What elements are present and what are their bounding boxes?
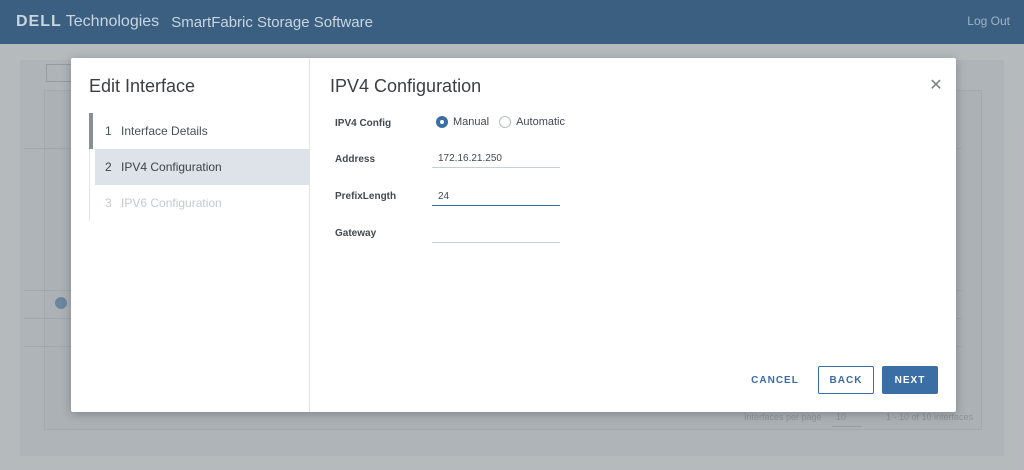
close-icon[interactable]: ✕: [928, 78, 944, 94]
brand: DELL Technologies SmartFabric Storage So…: [16, 13, 373, 31]
radio-unchecked-icon[interactable]: [499, 116, 512, 128]
radio-manual[interactable]: Manual: [436, 116, 489, 128]
gateway-label: Gateway: [335, 228, 377, 239]
step-number: 3: [105, 196, 112, 210]
ipv4-config-label: IPV4 Config: [335, 118, 392, 129]
ipv4-config-radio-group: Manual Automatic: [436, 116, 569, 128]
step-ipv6-configuration: 3 IPV6 Configuration: [89, 185, 310, 221]
ipv4-form-panel: IPV4 Configuration ✕ IPV4 Config Manual …: [311, 58, 956, 412]
logout-link[interactable]: Log Out: [967, 14, 1010, 28]
radio-automatic-label: Automatic: [516, 116, 565, 128]
gateway-input[interactable]: [432, 225, 560, 243]
address-label: Address: [335, 154, 376, 165]
prefix-length-input[interactable]: [432, 188, 560, 206]
step-number: 2: [105, 160, 112, 174]
wizard-steps-panel: Edit Interface 1 Interface Details 2 IPV…: [71, 58, 310, 412]
radio-manual-label: Manual: [453, 116, 490, 128]
dialog-title: Edit Interface: [89, 76, 196, 96]
step-label: IPV4 Configuration: [121, 160, 222, 174]
step-interface-details[interactable]: 1 Interface Details: [89, 113, 310, 149]
prefix-length-label: PrefixLength: [335, 191, 397, 202]
product-name: SmartFabric Storage Software: [171, 13, 373, 31]
app-header: DELL Technologies SmartFabric Storage So…: [0, 0, 1024, 44]
step-number: 1: [105, 124, 112, 138]
step-label: Interface Details: [121, 124, 208, 138]
wizard-steps: 1 Interface Details 2 IPV4 Configuration…: [89, 113, 310, 221]
dell-logo: DELL: [16, 13, 62, 30]
step-label: IPV6 Configuration: [121, 196, 222, 210]
step-ipv4-configuration[interactable]: 2 IPV4 Configuration: [95, 149, 310, 185]
back-button[interactable]: BACK: [818, 366, 874, 394]
section-title: IPV4 Configuration: [330, 76, 482, 96]
brand-technologies: Technologies: [65, 13, 160, 30]
cancel-button[interactable]: CANCEL: [747, 366, 803, 394]
edit-interface-dialog: Edit Interface 1 Interface Details 2 IPV…: [71, 58, 956, 412]
radio-checked-icon[interactable]: [436, 116, 448, 128]
address-input[interactable]: [432, 150, 560, 168]
radio-automatic[interactable]: Automatic: [499, 116, 565, 128]
next-button[interactable]: NEXT: [882, 366, 938, 394]
